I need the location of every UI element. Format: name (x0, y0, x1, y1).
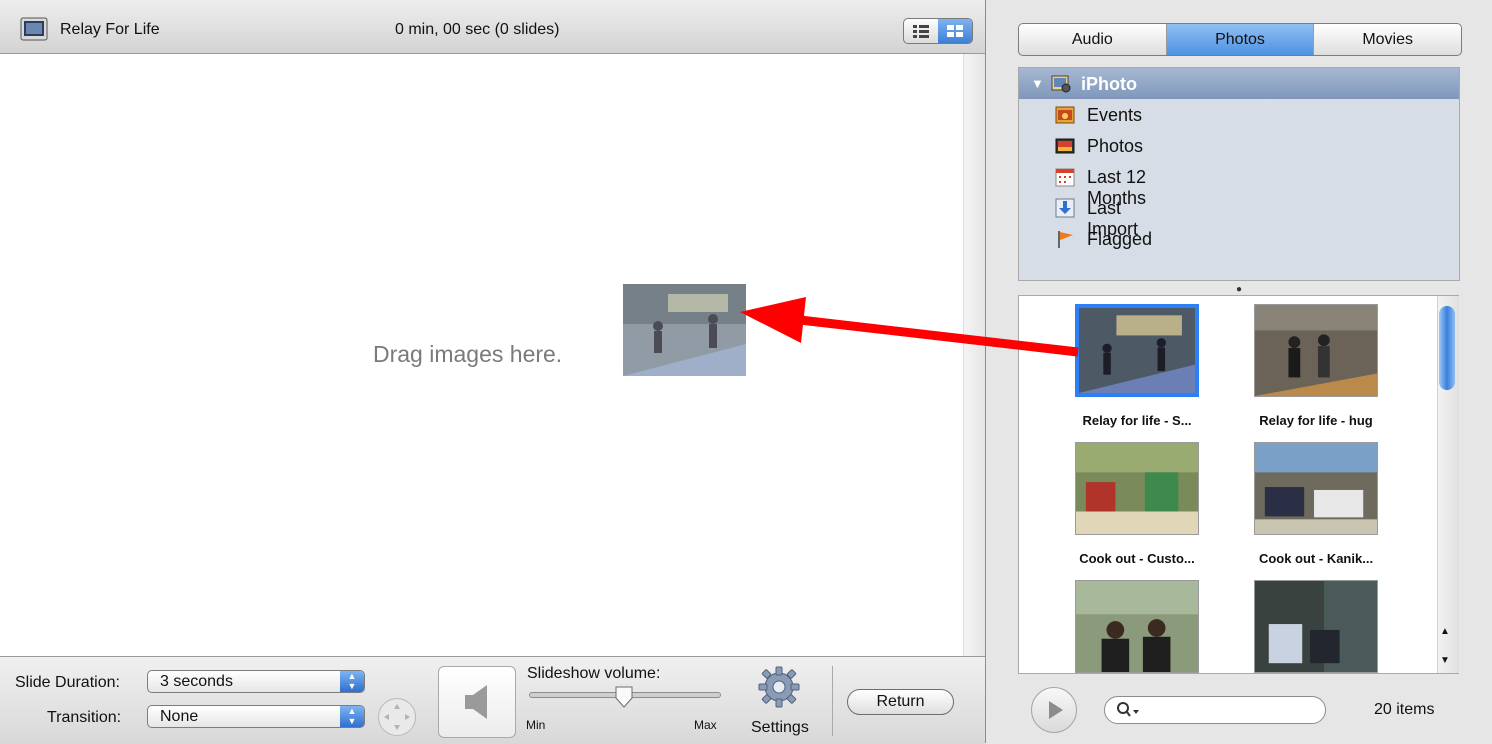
scroll-up-arrow-icon[interactable]: ▲ (1440, 626, 1450, 637)
slide-duration-popup[interactable]: 3 seconds ▲ ▼ (147, 670, 365, 693)
return-button[interactable]: Return (847, 689, 954, 715)
view-mode-toggle (903, 18, 973, 44)
editor-scrollbar[interactable] (963, 54, 985, 656)
source-item-label: Photos (1087, 136, 1144, 156)
dragged-photo-preview (623, 284, 746, 376)
popup-arrows-icon: ▲ ▼ (340, 706, 364, 727)
editor-titlebar: Relay For Life 0 min, 00 sec (0 slides) (0, 0, 985, 54)
photo-caption: Cook out - Kanik... (1258, 551, 1374, 566)
photo-thumbnail[interactable] (1254, 442, 1378, 535)
media-type-tabs: Audio Photos Movies (1018, 23, 1462, 56)
source-item-label: Events (1087, 105, 1143, 125)
tab-movies[interactable]: Movies (1313, 24, 1461, 55)
calendar-icon (1055, 168, 1075, 187)
flag-icon (1058, 231, 1073, 248)
transition-label: Transition: (47, 709, 122, 726)
pane-splitter-handle[interactable]: ● (1236, 284, 1242, 295)
transition-value: None (160, 708, 199, 725)
volume-slider-thumb[interactable] (614, 686, 634, 708)
photos-icon (1055, 138, 1075, 154)
controls-divider (832, 666, 833, 736)
photo-caption: Cook out - Custo... (1079, 551, 1195, 566)
gear-icon[interactable] (757, 665, 801, 709)
preview-play-button[interactable] (1031, 687, 1077, 733)
speaker-icon (465, 685, 487, 719)
slide-duration-label: Slide Duration: (15, 674, 120, 691)
photo-caption: Relay for life - hug (1259, 413, 1373, 428)
tab-audio[interactable]: Audio (1019, 24, 1166, 55)
photo-thumbnail[interactable] (1254, 580, 1378, 673)
source-item-label: Flagged (1087, 229, 1153, 249)
photo-source-list: ▼ iPhoto Events Photos Last 12 Months La… (1018, 67, 1460, 281)
tab-photos[interactable]: Photos (1165, 24, 1314, 55)
grid-view-icon (947, 25, 963, 37)
drag-images-hint: Drag images here. (373, 341, 563, 367)
grid-view-button[interactable] (938, 19, 972, 43)
search-input[interactable] (1144, 699, 1318, 723)
project-title: Relay For Life (60, 21, 160, 38)
disclosure-triangle-icon[interactable]: ▼ (1031, 76, 1044, 91)
item-count: 20 items (1374, 701, 1435, 718)
photo-thumbnail[interactable] (1075, 304, 1199, 397)
dragged-photo-image (623, 284, 746, 376)
search-icon[interactable] (1116, 701, 1140, 719)
photo-caption: Relay for life - S... (1082, 413, 1192, 428)
direction-arrows-icon (384, 704, 410, 730)
photo-thumbnail[interactable] (1075, 442, 1199, 535)
popup-arrows-icon: ▲ ▼ (340, 671, 364, 692)
slideshow-editor-pane: Relay For Life 0 min, 00 sec (0 slides) … (0, 0, 986, 744)
slideshow-volume-label: Slideshow volume: (527, 665, 661, 682)
mute-button[interactable] (438, 666, 516, 738)
photo-thumbnail[interactable] (1075, 580, 1199, 673)
source-item-label: iPhoto (1081, 74, 1137, 94)
iphoto-icon (1051, 75, 1071, 93)
import-icon (1055, 198, 1075, 218)
photo-thumbnail-grid: Relay for life - S... Relay for life - h… (1018, 295, 1459, 674)
volume-min-label: Min (526, 718, 546, 732)
list-view-button[interactable] (904, 19, 938, 43)
list-view-icon (913, 25, 929, 38)
settings-label[interactable]: Settings (751, 719, 809, 737)
slideshow-duration-readout: 0 min, 00 sec (0 slides) (395, 21, 560, 38)
slideshow-project-icon (20, 17, 48, 41)
events-icon (1055, 106, 1075, 124)
source-item-iphoto[interactable]: ▼ iPhoto (1019, 68, 1459, 99)
photo-thumbnail[interactable] (1254, 304, 1378, 397)
transition-popup[interactable]: None ▲ ▼ (147, 705, 365, 728)
slide-duration-value: 3 seconds (160, 673, 233, 690)
play-icon (1049, 701, 1063, 719)
photo-grid-scroll-thumb[interactable] (1439, 306, 1455, 390)
scroll-down-arrow-icon[interactable]: ▼ (1440, 655, 1450, 666)
transition-direction-wheel[interactable] (378, 698, 416, 736)
volume-max-label: Max (694, 718, 717, 732)
